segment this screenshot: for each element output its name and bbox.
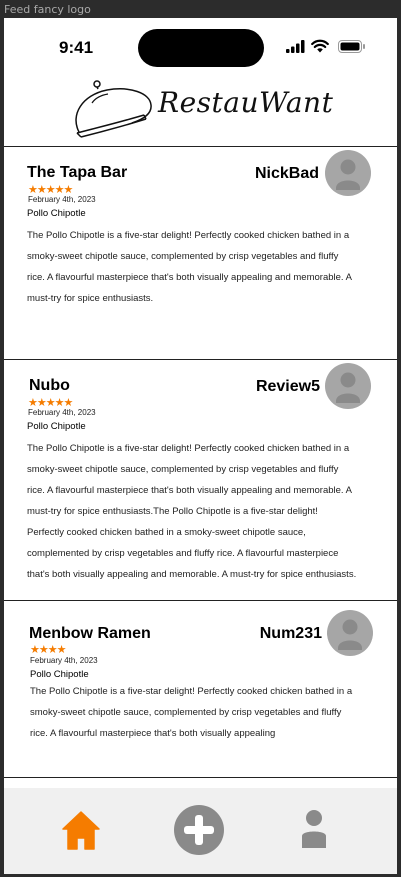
review-line: complemented by crisp vegetables and flu… [27, 548, 339, 559]
user-avatar-icon [336, 159, 360, 190]
dynamic-island [138, 29, 264, 67]
review-line: rice. A flavourful masterpiece that's bo… [27, 272, 352, 283]
review-line: that's both visually appealing and memor… [27, 569, 357, 580]
nav-add-button[interactable] [173, 804, 225, 861]
add-icon [174, 805, 224, 855]
brand-wordmark: RestauWant [158, 86, 334, 119]
review-card[interactable]: The Tapa Bar ★★★★★ February 4th, 2023 Po… [4, 147, 397, 360]
review-line: must-try for spice enthusiasts. [27, 293, 154, 304]
review-line: rice. A flavourful masterpiece that's bo… [30, 728, 276, 739]
dish-name: Pollo Chipotle [27, 208, 86, 219]
user-avatar-icon [338, 619, 362, 650]
nav-home-button[interactable] [62, 810, 100, 855]
review-line: must-try for spice enthusiasts.The Pollo… [27, 506, 318, 517]
avatar[interactable] [325, 363, 371, 409]
review-card[interactable]: Nubo ★★★★★ February 4th, 2023 Pollo Chip… [4, 360, 397, 601]
review-line: smoky-sweet chipotle sauce, complemented… [30, 707, 342, 718]
status-time: 9:41 [59, 38, 94, 57]
user-avatar-icon [336, 372, 360, 403]
review-card[interactable]: Menbow Ramen ★★★★ February 4th, 2023 Pol… [4, 601, 397, 778]
review-line: Perfectly cooked chicken bathed in a smo… [27, 527, 306, 538]
rating-stars: ★★★★★ [28, 184, 73, 196]
rating-stars: ★★★★ [30, 644, 66, 656]
avatar[interactable] [325, 150, 371, 196]
review-line: The Pollo Chipotle is a five-star deligh… [30, 686, 353, 697]
frame-label: Feed fancy logo [4, 3, 91, 16]
wifi-icon [311, 39, 329, 53]
review-date: February 4th, 2023 [28, 195, 96, 204]
username[interactable]: Review5 [256, 378, 320, 396]
nav-profile-button[interactable] [300, 808, 328, 855]
review-line: smoky-sweet chipotle sauce, complemented… [27, 464, 339, 475]
username[interactable]: NickBad [255, 165, 319, 183]
app-header: RestauWant [4, 68, 397, 147]
battery-icon [338, 40, 365, 53]
username[interactable]: Num231 [260, 625, 322, 643]
phone-screen: 9:41 RestauWant The Tapa Bar ★★★★★ Febru… [4, 18, 397, 874]
restaurant-name[interactable]: The Tapa Bar [27, 164, 127, 182]
dish-name: Pollo Chipotle [27, 421, 86, 432]
signal-icon [286, 40, 305, 53]
review-text: The Pollo Chipotle is a five-star deligh… [27, 438, 356, 585]
home-icon [62, 811, 100, 850]
restaurant-name[interactable]: Nubo [29, 377, 70, 395]
avatar[interactable] [327, 610, 373, 656]
review-text: The Pollo Chipotle is a five-star deligh… [30, 681, 352, 744]
dish-name: Pollo Chipotle [30, 669, 89, 680]
card-divider [4, 777, 397, 778]
rating-stars: ★★★★★ [28, 397, 73, 409]
review-line: The Pollo Chipotle is a five-star deligh… [27, 230, 350, 241]
restaurant-name[interactable]: Menbow Ramen [29, 625, 151, 643]
review-line: rice. A flavourful masterpiece that's bo… [27, 485, 352, 496]
bottom-nav [4, 788, 397, 874]
review-line: smoky-sweet chipotle sauce, complemented… [27, 251, 339, 262]
review-date: February 4th, 2023 [30, 656, 98, 665]
cloche-logo-icon [75, 80, 152, 138]
review-date: February 4th, 2023 [28, 408, 96, 417]
review-text: The Pollo Chipotle is a five-star deligh… [27, 225, 352, 309]
profile-icon [302, 810, 326, 848]
review-line: The Pollo Chipotle is a five-star deligh… [27, 443, 350, 454]
